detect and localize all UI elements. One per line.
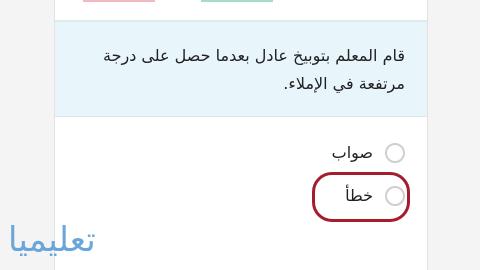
question-text: قام المعلم بتوبيخ عادل بعدما حصل على درج… — [103, 46, 405, 93]
option-false-label: خطأ — [345, 186, 373, 205]
radio-true[interactable] — [385, 143, 405, 163]
radio-false[interactable] — [385, 186, 405, 206]
option-false[interactable]: خطأ — [295, 180, 405, 216]
question-box: قام المعلم بتوبيخ عادل بعدما حصل على درج… — [55, 21, 427, 117]
watermark: تعليميا — [8, 220, 96, 260]
top-accent-right — [201, 0, 273, 2]
option-true[interactable]: صواب — [295, 137, 405, 173]
top-strip — [55, 0, 427, 21]
top-accent-left — [83, 0, 155, 2]
quiz-card: قام المعلم بتوبيخ عادل بعدما حصل على درج… — [54, 0, 428, 270]
option-true-label: صواب — [331, 143, 373, 162]
